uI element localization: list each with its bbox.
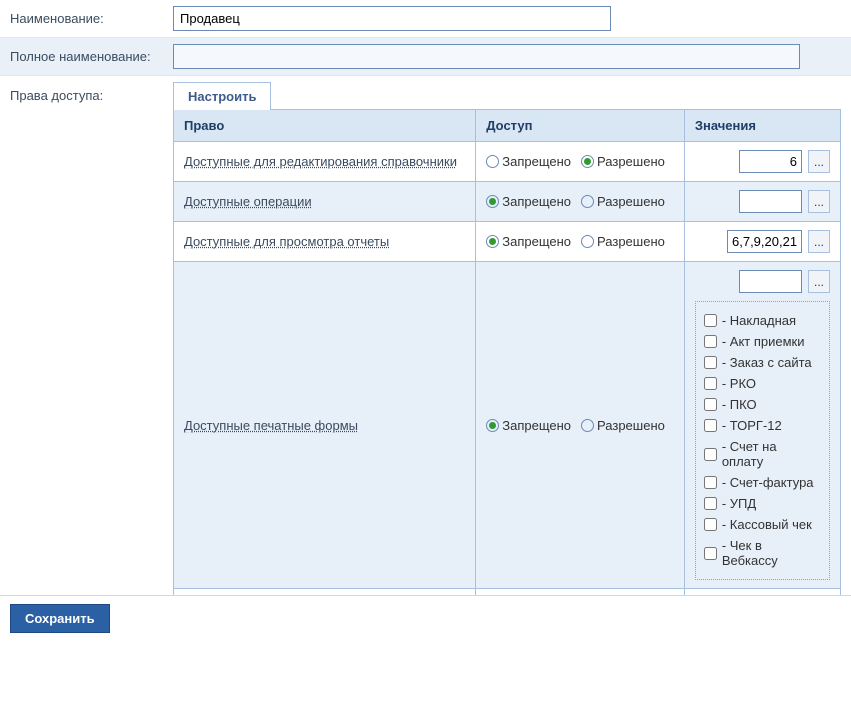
checkbox-label: - ПКО [722, 397, 757, 412]
checkbox-label: - РКО [722, 376, 756, 391]
radio-allow[interactable]: Разрешено [581, 154, 665, 169]
checkbox-label: - Чек в Вебкассу [722, 538, 821, 568]
ellipsis-button[interactable]: ... [808, 190, 830, 213]
checkbox-label: - Счет-фактура [722, 475, 814, 490]
radio-deny[interactable]: Запрещено [486, 194, 571, 209]
checkbox-label: - Кассовый чек [722, 517, 812, 532]
checkbox[interactable] [704, 518, 717, 531]
radio-allow-input[interactable] [581, 235, 594, 248]
radio-deny[interactable]: Запрещено [486, 234, 571, 249]
ellipsis-button[interactable]: ... [808, 270, 830, 293]
checkbox-label: - Счет на оплату [722, 439, 821, 469]
checkbox[interactable] [704, 419, 717, 432]
radio-deny-input[interactable] [486, 419, 499, 432]
permission-link[interactable]: Доступные операции [184, 194, 312, 209]
checkbox[interactable] [704, 335, 717, 348]
permission-link[interactable]: Доступные для просмотра отчеты [184, 234, 389, 249]
radio-allow[interactable]: Разрешено [581, 418, 665, 433]
radio-deny-input[interactable] [486, 235, 499, 248]
radio-deny[interactable]: Запрещено [486, 418, 571, 433]
checkbox-group: - Накладная - Акт приемки - Заказ с сайт… [695, 301, 830, 580]
checkbox-label: - ТОРГ-12 [722, 418, 782, 433]
checkbox[interactable] [704, 497, 717, 510]
input-fullname[interactable] [173, 44, 800, 69]
radio-allow-label: Разрешено [597, 234, 665, 249]
radio-allow[interactable]: Разрешено [581, 194, 665, 209]
ellipsis-button[interactable]: ... [808, 230, 830, 253]
value-input[interactable] [739, 270, 802, 293]
label-fullname: Полное наименование: [10, 49, 173, 64]
label-access: Права доступа: [10, 82, 173, 103]
radio-allow-input[interactable] [581, 195, 594, 208]
checkbox-label: - Накладная [722, 313, 796, 328]
ellipsis-button[interactable]: ... [808, 150, 830, 173]
radio-allow-label: Разрешено [597, 154, 665, 169]
checkbox-label: - Заказ с сайта [722, 355, 812, 370]
checkbox-label: - Акт приемки [722, 334, 805, 349]
radio-deny-label: Запрещено [502, 418, 571, 433]
checkbox[interactable] [704, 547, 717, 560]
checkbox[interactable] [704, 448, 717, 461]
th-dostup: Доступ [476, 110, 685, 142]
radio-allow-label: Разрешено [597, 194, 665, 209]
table-row: Доступные для просмотра отчеты Запрещено Р… [174, 222, 841, 262]
input-name[interactable] [173, 6, 611, 31]
checkbox-label: - УПД [722, 496, 756, 511]
save-button[interactable]: Сохранить [10, 604, 110, 633]
value-input[interactable] [739, 190, 802, 213]
permission-link[interactable]: Доступные печатные формы [184, 418, 358, 433]
radio-allow-input[interactable] [581, 419, 594, 432]
radio-deny-label: Запрещено [502, 234, 571, 249]
radio-deny[interactable]: Запрещено [486, 154, 571, 169]
value-input[interactable] [739, 150, 802, 173]
value-input[interactable] [727, 230, 802, 253]
checkbox[interactable] [704, 314, 717, 327]
permission-link[interactable]: Доступные для редактирования справочники [184, 154, 457, 169]
table-row: Доступные для редактирования справочники… [174, 142, 841, 182]
th-pravo: Право [174, 110, 476, 142]
table-row: Справочники, выводимые в менюЗапрещеноРа… [174, 589, 841, 596]
label-name: Наименование: [10, 11, 173, 26]
checkbox[interactable] [704, 476, 717, 489]
radio-deny-label: Запрещено [502, 194, 571, 209]
radio-deny-input[interactable] [486, 155, 499, 168]
radio-deny-input[interactable] [486, 195, 499, 208]
th-znach: Значения [684, 110, 840, 142]
table-row: Доступные операции Запрещено Разрешено... [174, 182, 841, 222]
checkbox[interactable] [704, 377, 717, 390]
radio-deny-label: Запрещено [502, 154, 571, 169]
access-table: Право Доступ Значения Доступные для реда… [173, 109, 841, 595]
checkbox[interactable] [704, 356, 717, 369]
radio-allow-label: Разрешено [597, 418, 665, 433]
checkbox[interactable] [704, 398, 717, 411]
radio-allow[interactable]: Разрешено [581, 234, 665, 249]
radio-allow-input[interactable] [581, 155, 594, 168]
table-row: Доступные печатные формы Запрещено Разреше… [174, 262, 841, 589]
tab-configure[interactable]: Настроить [173, 82, 271, 110]
